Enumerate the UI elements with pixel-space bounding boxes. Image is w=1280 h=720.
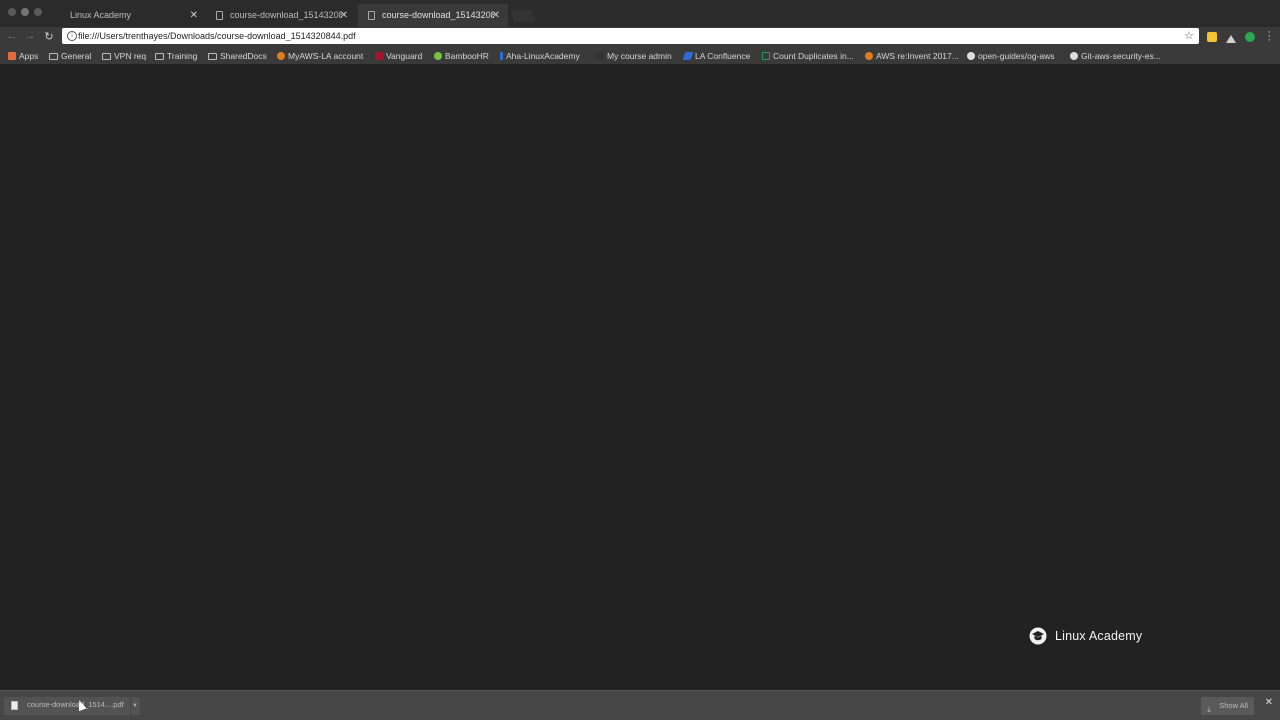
drive-extension-icon[interactable] <box>1226 32 1236 43</box>
bookmark-apps[interactable]: Apps <box>8 50 38 62</box>
tab-label: course-download_151432084 <box>382 10 494 20</box>
folder-icon <box>49 53 58 60</box>
bookmark-bamboohr[interactable]: BambooHR <box>434 50 489 62</box>
folder-icon <box>155 53 164 60</box>
chevron-down-icon[interactable]: ▼ <box>130 697 139 715</box>
tab-label: course-download_151432084 <box>230 10 342 20</box>
bookmark-vpn-req[interactable]: VPN req <box>102 50 146 62</box>
folder-icon <box>102 53 111 60</box>
star-icon[interactable]: ☆ <box>1184 29 1194 42</box>
download-item[interactable]: course-download_1514....pdf ▼ <box>4 697 140 715</box>
minimize-window-icon[interactable] <box>21 8 29 16</box>
tab-strip: Linux Academy ✕ course-download_15143208… <box>0 0 1280 27</box>
bookmark-label: VPN req <box>114 51 147 61</box>
notes-extension-icon[interactable] <box>1207 32 1217 42</box>
close-tab-icon[interactable]: ✕ <box>492 4 500 27</box>
tab-course-download-1[interactable]: course-download_151432084 ✕ <box>206 4 356 27</box>
bookmark-label: Vanguard <box>386 51 423 61</box>
bamboohr-icon <box>434 52 442 60</box>
bookmark-label: Training <box>167 51 198 61</box>
show-all-label: Show All <box>1219 701 1248 710</box>
aha-icon <box>500 52 503 60</box>
bookmark-label: General <box>61 51 92 61</box>
bookmark-myaws-la-account[interactable]: MyAWS-LA account <box>277 50 363 62</box>
bookmark-general[interactable]: General <box>49 50 91 62</box>
reload-icon[interactable]: ↻ <box>42 30 56 43</box>
grammarly-extension-icon[interactable] <box>1245 32 1255 42</box>
bookmark-aha-linuxacademy[interactable]: Aha-LinuxAcademy <box>500 50 580 62</box>
aws-icon <box>277 52 285 60</box>
bookmarks-bar: Apps General VPN req Training SharedDocs… <box>0 47 1280 64</box>
bookmark-la-confluence[interactable]: LA Confluence <box>682 50 751 62</box>
bookmark-my-course-admin[interactable]: My course admin <box>596 50 672 62</box>
url-input[interactable] <box>78 28 1168 44</box>
bookmark-label: LA Confluence <box>695 51 751 61</box>
bookmark-vanguard[interactable]: Vanguard <box>375 50 422 62</box>
browser-toolbar: ← → ↻ i ☆ ··· <box>0 27 1280 47</box>
graduation-cap-icon <box>1029 627 1047 645</box>
apps-grid-icon <box>8 52 16 60</box>
close-window-icon[interactable] <box>8 8 16 16</box>
bookmark-aws-reinvent[interactable]: AWS re:Invent 2017... <box>865 50 959 62</box>
confluence-icon <box>682 52 694 60</box>
address-bar[interactable]: i ☆ <box>62 28 1199 44</box>
bookmark-training[interactable]: Training <box>155 50 197 62</box>
bookmark-label: My course admin <box>607 51 672 61</box>
close-tab-icon[interactable]: ✕ <box>340 4 348 27</box>
tab-label: Linux Academy <box>70 10 132 20</box>
aws-icon <box>865 52 873 60</box>
bookmark-label: BambooHR <box>445 51 489 61</box>
bookmark-label: open-guides/og-aws <box>978 51 1055 61</box>
document-icon <box>368 11 375 20</box>
info-icon[interactable]: i <box>67 31 77 41</box>
maximize-window-icon[interactable] <box>34 8 42 16</box>
bookmark-label: MyAWS-LA account <box>288 51 364 61</box>
pdf-viewer: Linux Academy <box>0 64 1280 690</box>
bookmark-label: Count Duplicates in... <box>773 51 854 61</box>
new-tab-button[interactable] <box>509 10 537 22</box>
document-icon <box>216 11 223 20</box>
download-shelf: course-download_1514....pdf ▼ ⤓ Show All… <box>0 690 1280 720</box>
bookmark-shareddocs[interactable]: SharedDocs <box>208 50 267 62</box>
bookmark-git-aws-security[interactable]: Git-aws-security-es... <box>1070 50 1161 62</box>
back-arrow-icon[interactable]: ← <box>5 30 19 42</box>
logo-text: Linux Academy <box>1055 629 1143 643</box>
download-icon: ⤓ <box>1207 705 1211 714</box>
more-menu-icon[interactable]: · · · <box>1267 27 1271 46</box>
tab-course-download-2[interactable]: course-download_151432084 ✕ <box>358 4 508 27</box>
bookmark-label: AWS re:Invent 2017... <box>876 51 959 61</box>
show-all-button[interactable]: ⤓ Show All <box>1201 697 1254 715</box>
close-shelf-icon[interactable]: ✕ <box>1265 697 1273 708</box>
bookmark-open-guides[interactable]: open-guides/og-aws <box>967 50 1055 62</box>
bookmark-label: SharedDocs <box>220 51 267 61</box>
linux-academy-icon <box>596 52 604 60</box>
bookmark-label: Aha-LinuxAcademy <box>506 51 580 61</box>
forward-arrow-icon[interactable]: → <box>23 30 37 42</box>
vanguard-icon <box>375 52 383 60</box>
close-tab-icon[interactable]: ✕ <box>190 4 198 27</box>
bookmark-label: Apps <box>19 51 39 61</box>
folder-icon <box>208 53 217 60</box>
sheet-icon <box>762 52 770 60</box>
pdf-file-icon <box>11 701 18 710</box>
linux-academy-logo: Linux Academy <box>1029 627 1142 645</box>
github-icon <box>967 52 975 60</box>
tab-linux-academy[interactable]: Linux Academy ✕ <box>58 4 206 27</box>
bookmark-label: Git-aws-security-es... <box>1081 51 1161 61</box>
bookmark-count-duplicates[interactable]: Count Duplicates in... <box>762 50 854 62</box>
github-icon <box>1070 52 1078 60</box>
